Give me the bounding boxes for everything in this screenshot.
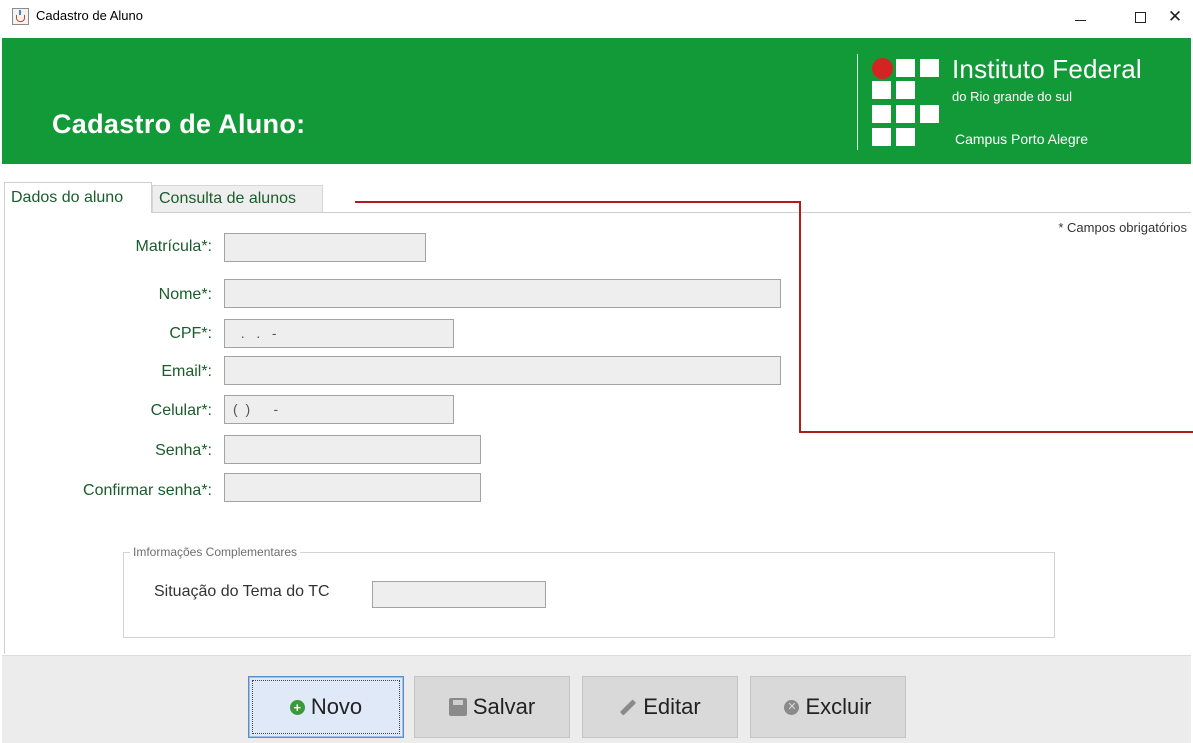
matricula-label: Matrícula*: — [135, 238, 212, 255]
window-titlebar: Cadastro de Aluno ✕ — [0, 0, 1193, 38]
editar-button-label: Editar — [643, 694, 701, 719]
action-button-bar: + Novo Salvar Editar ✕ Excluir — [2, 655, 1191, 743]
maximize-icon — [1134, 11, 1146, 23]
confirmar-senha-label: Confirmar senha*: — [83, 482, 212, 499]
logo-square — [896, 59, 915, 77]
institute-name: Instituto Federal — [952, 54, 1142, 84]
nome-input[interactable] — [224, 279, 781, 308]
celular-label: Celular*: — [150, 402, 212, 419]
logo-square — [872, 105, 891, 123]
institute-subtitle: do Rio grande do sul — [952, 89, 1072, 104]
logo-red-dot — [872, 58, 893, 79]
minimize-button[interactable] — [1057, 2, 1103, 32]
logo-square — [920, 59, 939, 77]
confirmar-senha-input[interactable] — [224, 473, 481, 502]
email-input[interactable] — [224, 356, 781, 385]
minimize-icon — [1074, 19, 1086, 21]
delete-icon: ✕ — [784, 699, 800, 715]
nome-label: Nome*: — [158, 286, 212, 303]
content-panel: Dados do aluno Consulta de alunos * Camp… — [2, 164, 1191, 654]
java-app-icon — [12, 8, 29, 25]
tab-consulta-de-alunos[interactable]: Consulta de alunos — [152, 185, 323, 212]
pencil-icon — [620, 698, 637, 716]
situacao-tema-label: Situação do Tema do TC — [154, 583, 330, 600]
logo-square — [872, 128, 891, 146]
window-title: Cadastro de Aluno — [36, 8, 143, 23]
logo-square — [896, 81, 915, 99]
logo-square — [920, 105, 939, 123]
cpf-input[interactable]: . . - — [224, 319, 454, 348]
annotation-line-segment — [799, 431, 1193, 433]
salvar-button-label: Salvar — [472, 694, 536, 719]
save-icon — [448, 698, 467, 716]
page-title: Cadastro de Aluno: — [52, 109, 306, 139]
situacao-tema-input[interactable] — [372, 581, 546, 608]
excluir-button-label: Excluir — [805, 694, 872, 719]
required-fields-note: * Campos obrigatórios — [1058, 220, 1187, 235]
logo-square — [872, 81, 891, 99]
celular-input[interactable]: ( ) - — [224, 395, 454, 424]
salvar-button[interactable]: Salvar — [414, 676, 570, 738]
logo-square — [896, 105, 915, 123]
complementary-info-group: Imformações Complementares Situação do T… — [123, 545, 1055, 638]
focus-ring — [252, 680, 400, 734]
senha-label: Senha*: — [155, 442, 212, 459]
editar-button[interactable]: Editar — [582, 676, 738, 738]
tab-dados-do-aluno[interactable]: Dados do aluno — [4, 182, 152, 213]
matricula-input[interactable] — [224, 233, 426, 262]
institute-campus: Campus Porto Alegre — [955, 131, 1089, 147]
annotation-line-segment — [355, 201, 801, 203]
cpf-label: CPF*: — [169, 325, 212, 342]
senha-input[interactable] — [224, 435, 481, 464]
complementary-info-legend: Imformações Complementares — [130, 545, 301, 559]
close-button[interactable]: ✕ — [1152, 2, 1193, 32]
excluir-button[interactable]: ✕ Excluir — [750, 676, 906, 738]
page-header: Cadastro de Aluno: Instituto Federal do … — [2, 38, 1191, 164]
institute-logo-icon — [870, 58, 950, 146]
annotation-line-segment — [799, 201, 801, 433]
novo-button[interactable]: + Novo — [248, 676, 404, 738]
logo-square — [896, 128, 915, 146]
email-label: Email*: — [161, 363, 212, 380]
logo-divider — [857, 54, 858, 150]
